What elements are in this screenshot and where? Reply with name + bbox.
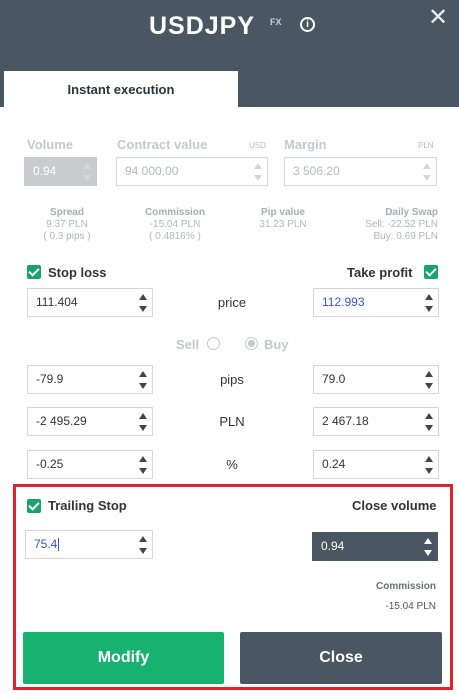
close-volume-label: Close volume: [352, 498, 437, 513]
take-profit-pips-stepper[interactable]: [425, 369, 434, 391]
spread-title: Spread: [50, 207, 84, 218]
pip-value-title: Pip value: [261, 207, 305, 218]
take-profit-price-stepper[interactable]: [425, 292, 434, 314]
stop-loss-percent-stepper[interactable]: [139, 454, 148, 476]
spread-pips: ( 0.3 pips ): [43, 231, 91, 242]
close-icon[interactable]: ✕: [428, 6, 448, 30]
spread-stat: Spread 9.37 PLN ( 0.3 pips ): [27, 207, 107, 243]
contract-value-field[interactable]: 94 000.00: [116, 157, 268, 186]
commission-percent: ( 0.4816% ): [149, 231, 201, 242]
spread-value: 9.37 PLN: [46, 219, 88, 230]
stop-loss-checkbox[interactable]: [27, 265, 41, 279]
take-profit-percent-stepper[interactable]: [425, 454, 434, 476]
stop-loss-percent-input[interactable]: -0.25: [27, 450, 153, 479]
trailing-stop-label: Trailing Stop: [48, 498, 127, 513]
daily-swap-title: Daily Swap: [385, 207, 438, 218]
margin-field[interactable]: 3 506.20: [284, 157, 437, 186]
contract-stepper[interactable]: [254, 161, 263, 183]
stop-loss-pln-input[interactable]: -2 495.29: [27, 407, 153, 436]
take-profit-percent-value: 0.24: [322, 457, 346, 471]
volume-value: 0.94: [33, 164, 57, 178]
daily-swap-sell: Sell: -22.52 PLN: [365, 219, 438, 230]
buy-label: Buy: [264, 337, 289, 352]
title-bar: USDJPY FX i ✕ Instant execution: [0, 0, 459, 107]
trailing-stop-input[interactable]: 75.4: [25, 530, 153, 559]
contract-unit: USD: [249, 141, 266, 150]
volume-field[interactable]: 0.94: [24, 157, 97, 186]
stop-loss-pips-input[interactable]: -79.9: [27, 365, 153, 394]
take-profit-checkbox[interactable]: [424, 265, 438, 279]
margin-label: Margin: [284, 137, 327, 152]
take-profit-price-input[interactable]: 112.993: [313, 288, 439, 317]
close-volume-value: 0.94: [321, 539, 345, 553]
close-volume-stepper[interactable]: [424, 536, 433, 558]
take-profit-price-value: 112.993: [322, 295, 365, 309]
info-icon[interactable]: i: [300, 17, 315, 32]
stop-loss-label: Stop loss: [48, 265, 107, 280]
contract-value: 94 000.00: [125, 164, 179, 178]
volume-stepper[interactable]: [83, 161, 92, 183]
modify-button[interactable]: Modify: [23, 632, 224, 684]
sell-label: Sell: [176, 337, 200, 352]
pip-value-value: 31.23 PLN: [259, 219, 307, 230]
trailing-stop-value: 75.4: [34, 537, 58, 551]
trailing-commission-label: Commission: [375, 581, 436, 592]
take-profit-pips-value: 79.0: [322, 372, 346, 386]
commission-stat: Commission -15.04 PLN ( 0.4816% ): [130, 207, 220, 243]
margin-value: 3 506.20: [293, 164, 340, 178]
take-profit-pln-value: 2 467.18: [322, 414, 369, 428]
take-profit-pln-stepper[interactable]: [425, 411, 434, 433]
sell-radio[interactable]: [207, 337, 220, 350]
take-profit-pln-input[interactable]: 2 467.18: [313, 407, 439, 436]
pips-label: pips: [220, 372, 244, 387]
tab-instant-execution[interactable]: Instant execution: [4, 71, 238, 107]
margin-unit: PLN: [418, 141, 434, 150]
stop-loss-pips-value: -79.9: [36, 372, 64, 386]
pln-label: PLN: [219, 414, 245, 429]
stop-loss-pln-stepper[interactable]: [139, 411, 148, 433]
daily-swap-stat: Daily Swap Sell: -22.52 PLN Buy: 0.69 PL…: [338, 207, 438, 243]
price-label: price: [217, 295, 247, 310]
text-cursor: [58, 538, 60, 552]
contract-label: Contract value: [117, 137, 208, 152]
take-profit-label: Take profit: [347, 265, 413, 280]
stop-loss-pln-value: -2 495.29: [36, 414, 87, 428]
stop-loss-pips-stepper[interactable]: [139, 369, 148, 391]
stop-loss-price-value: 111.404: [36, 295, 78, 309]
percent-label: %: [226, 457, 238, 472]
pip-value-stat: Pip value 31.23 PLN: [243, 207, 323, 231]
margin-stepper[interactable]: [423, 161, 432, 183]
commission-title: Commission: [144, 207, 205, 218]
tab-label: Instant execution: [67, 82, 175, 97]
trailing-stop-stepper[interactable]: [139, 534, 148, 556]
daily-swap-buy: Buy: 0.69 PLN: [373, 231, 438, 242]
buy-radio[interactable]: [245, 337, 258, 350]
stop-loss-price-stepper[interactable]: [139, 292, 148, 314]
volume-label: Volume: [27, 137, 73, 152]
take-profit-pips-input[interactable]: 79.0: [313, 365, 439, 394]
close-button[interactable]: Close: [240, 632, 442, 684]
commission-value: -15.04 PLN: [149, 219, 201, 230]
close-volume-input[interactable]: 0.94: [312, 532, 438, 561]
market-tag: FX: [270, 17, 282, 27]
symbol-title: USDJPY: [149, 12, 256, 40]
take-profit-percent-input[interactable]: 0.24: [313, 450, 439, 479]
stop-loss-price-input[interactable]: 111.404: [27, 288, 153, 317]
trailing-stop-checkbox[interactable]: [27, 499, 41, 513]
stop-loss-percent-value: -0.25: [36, 457, 64, 471]
trailing-commission-value: -15.04 PLN: [385, 601, 436, 612]
